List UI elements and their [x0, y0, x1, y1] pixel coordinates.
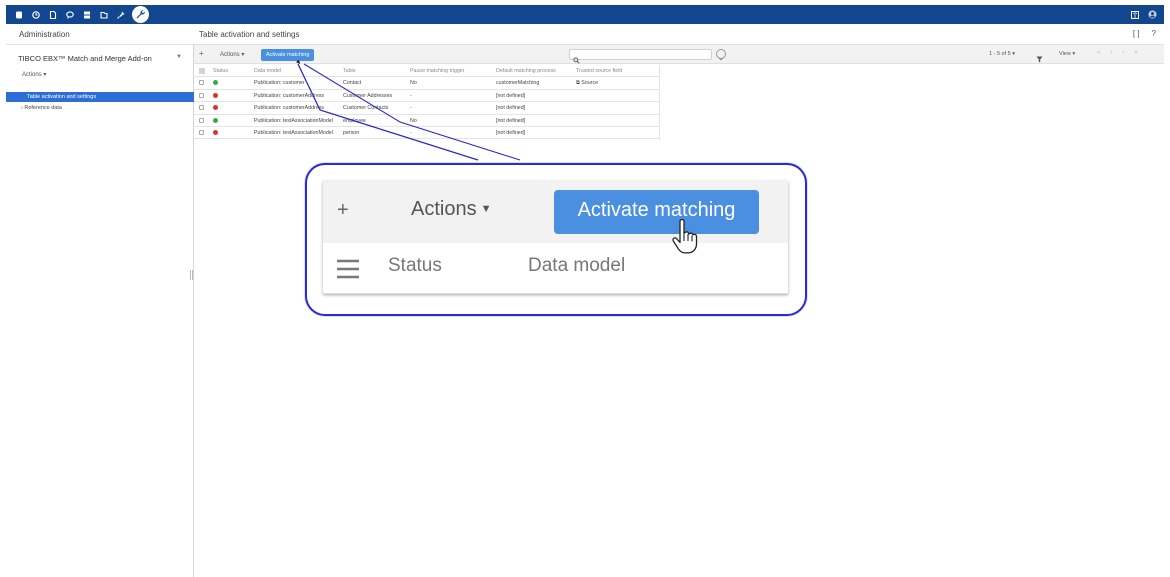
- cell-table: Customer Addresses: [343, 92, 393, 99]
- add-button[interactable]: +: [199, 49, 204, 58]
- cell-data-model: Publication: testAssociationModel: [254, 129, 333, 136]
- wrench-icon[interactable]: [132, 6, 149, 23]
- status-indicator-icon: [213, 92, 243, 100]
- menu-icon[interactable]: [336, 259, 360, 284]
- cell-pause-trigger: No: [410, 117, 417, 124]
- cell-data-model: Publication: testAssociationModel: [254, 117, 333, 124]
- table-row[interactable]: Publication: testAssociationModel employe…: [194, 115, 660, 127]
- user-icon[interactable]: [1148, 6, 1157, 24]
- status-indicator-icon: [213, 105, 243, 112]
- table-row[interactable]: Publication: customerAddress Customer Con…: [194, 102, 660, 115]
- table-row[interactable]: Publication: customerAddress Customer Add…: [194, 90, 660, 103]
- pointer-hand-icon: [672, 218, 698, 260]
- cell-pause-trigger: -: [410, 129, 412, 136]
- table-row[interactable]: Publication: testAssociationModel person -…: [194, 127, 660, 140]
- zoom-table-header: Status Data model: [323, 243, 788, 294]
- chevron-down-icon[interactable]: ▼: [176, 54, 182, 60]
- next-page-button[interactable]: ›: [1122, 50, 1124, 56]
- first-page-button[interactable]: «: [1097, 50, 1100, 56]
- table-header-row: Status Data model Table Pause matching t…: [194, 65, 660, 78]
- zoom-actions-label: Actions: [411, 198, 477, 220]
- pagination-count[interactable]: 1 - 5 of 5 ▾: [989, 51, 1015, 57]
- sidebar-item-reference-data[interactable]: › Reference data: [21, 105, 62, 111]
- column-menu-icon[interactable]: [199, 68, 205, 76]
- view-menu-button[interactable]: View ▾: [1059, 51, 1075, 57]
- help-icon[interactable]: ?: [1152, 29, 1156, 38]
- panel-splitter-handle[interactable]: [190, 270, 193, 280]
- row-checkbox[interactable]: [199, 129, 205, 137]
- cell-table: Contact: [343, 80, 362, 87]
- prev-page-button[interactable]: ‹: [1110, 50, 1112, 56]
- row-checkbox[interactable]: [199, 80, 205, 87]
- activate-matching-button[interactable]: Activate matching: [261, 49, 315, 61]
- cell-pause-trigger: -: [410, 105, 412, 112]
- cell-pause-trigger: -: [410, 92, 412, 99]
- cell-trusted-source: ⧉ Source: [576, 80, 599, 87]
- zoom-actions-menu[interactable]: Actions ▼: [411, 198, 491, 221]
- status-indicator-icon: [213, 80, 243, 87]
- table-toolbar: + Actions ▾ Activate matching 1 - 5 of 5…: [194, 45, 1164, 64]
- column-header-pause[interactable]: Pause matching trigger: [410, 68, 490, 74]
- column-header-process[interactable]: Default matching process: [496, 68, 572, 74]
- document-icon[interactable]: [49, 10, 57, 19]
- zoom-column-data-model: Data model: [528, 255, 626, 276]
- chat-icon[interactable]: [66, 10, 74, 19]
- zoomed-toolbar: + Actions ▼ Activate matching Status Data…: [323, 181, 788, 294]
- page-header: Administration Table activation and sett…: [6, 24, 1164, 45]
- cell-matching-process: [not defined]: [496, 117, 526, 124]
- top-app-bar: [6, 5, 1164, 24]
- column-header-trusted[interactable]: Trusted source field: [576, 68, 656, 74]
- last-page-button[interactable]: »: [1134, 50, 1137, 56]
- cell-pause-trigger: No: [410, 80, 417, 87]
- column-header-status[interactable]: Status: [213, 68, 243, 74]
- zoom-column-status: Status: [388, 255, 442, 276]
- filter-icon[interactable]: [1036, 50, 1043, 68]
- cell-matching-process: customerMatching: [496, 80, 540, 87]
- pin-icon[interactable]: [117, 11, 125, 19]
- zoom-activate-matching-button[interactable]: Activate matching: [554, 190, 759, 234]
- layers-icon[interactable]: [83, 11, 91, 19]
- cell-matching-process: [not defined]: [496, 129, 526, 136]
- search-input[interactable]: [569, 49, 712, 64]
- column-header-data-model[interactable]: Data model: [254, 68, 340, 74]
- clock-icon[interactable]: [32, 10, 40, 19]
- cell-matching-process: [not defined]: [496, 92, 526, 99]
- caret-down-icon: ▼: [480, 203, 492, 215]
- folder-icon[interactable]: [100, 11, 108, 19]
- row-checkbox[interactable]: [199, 92, 205, 100]
- module-selector[interactable]: TIBCO EBX™ Match and Merge Add-on: [18, 54, 152, 63]
- status-indicator-icon: [213, 129, 243, 137]
- sidebar: TIBCO EBX™ Match and Merge Add-on ▼ Acti…: [6, 45, 194, 577]
- cell-data-model: Publication: customerAddress: [254, 92, 325, 99]
- status-indicator-icon: [213, 117, 243, 125]
- column-header-table[interactable]: Table: [343, 68, 405, 74]
- cell-data-model: Publication: customer: [254, 80, 305, 87]
- book-icon[interactable]: [1131, 6, 1139, 24]
- page-title: Table activation and settings: [199, 30, 300, 39]
- cell-table: Customer Contacts: [343, 105, 389, 112]
- cell-table: employee: [343, 117, 366, 124]
- cell-data-model: Publication: customerAddress: [254, 105, 325, 112]
- row-checkbox[interactable]: [199, 117, 205, 125]
- cell-table: person: [343, 129, 360, 136]
- sidebar-item-table-activation[interactable]: Table activation and settings: [6, 92, 194, 102]
- search-options-button[interactable]: [716, 49, 726, 61]
- data-table: Status Data model Table Pause matching t…: [194, 65, 660, 140]
- zoom-add-button[interactable]: +: [337, 199, 349, 222]
- sidebar-actions-menu[interactable]: Actions ▾: [22, 71, 46, 78]
- actions-menu-button[interactable]: Actions ▾: [220, 51, 244, 58]
- database-icon[interactable]: [15, 11, 23, 19]
- expand-icon[interactable]: [ ]: [1133, 29, 1140, 38]
- section-title: Administration: [19, 30, 70, 39]
- cell-matching-process: [not defined]: [496, 105, 526, 112]
- table-row[interactable]: Publication: customer Contact No customerMa…: [194, 77, 660, 90]
- row-checkbox[interactable]: [199, 105, 205, 112]
